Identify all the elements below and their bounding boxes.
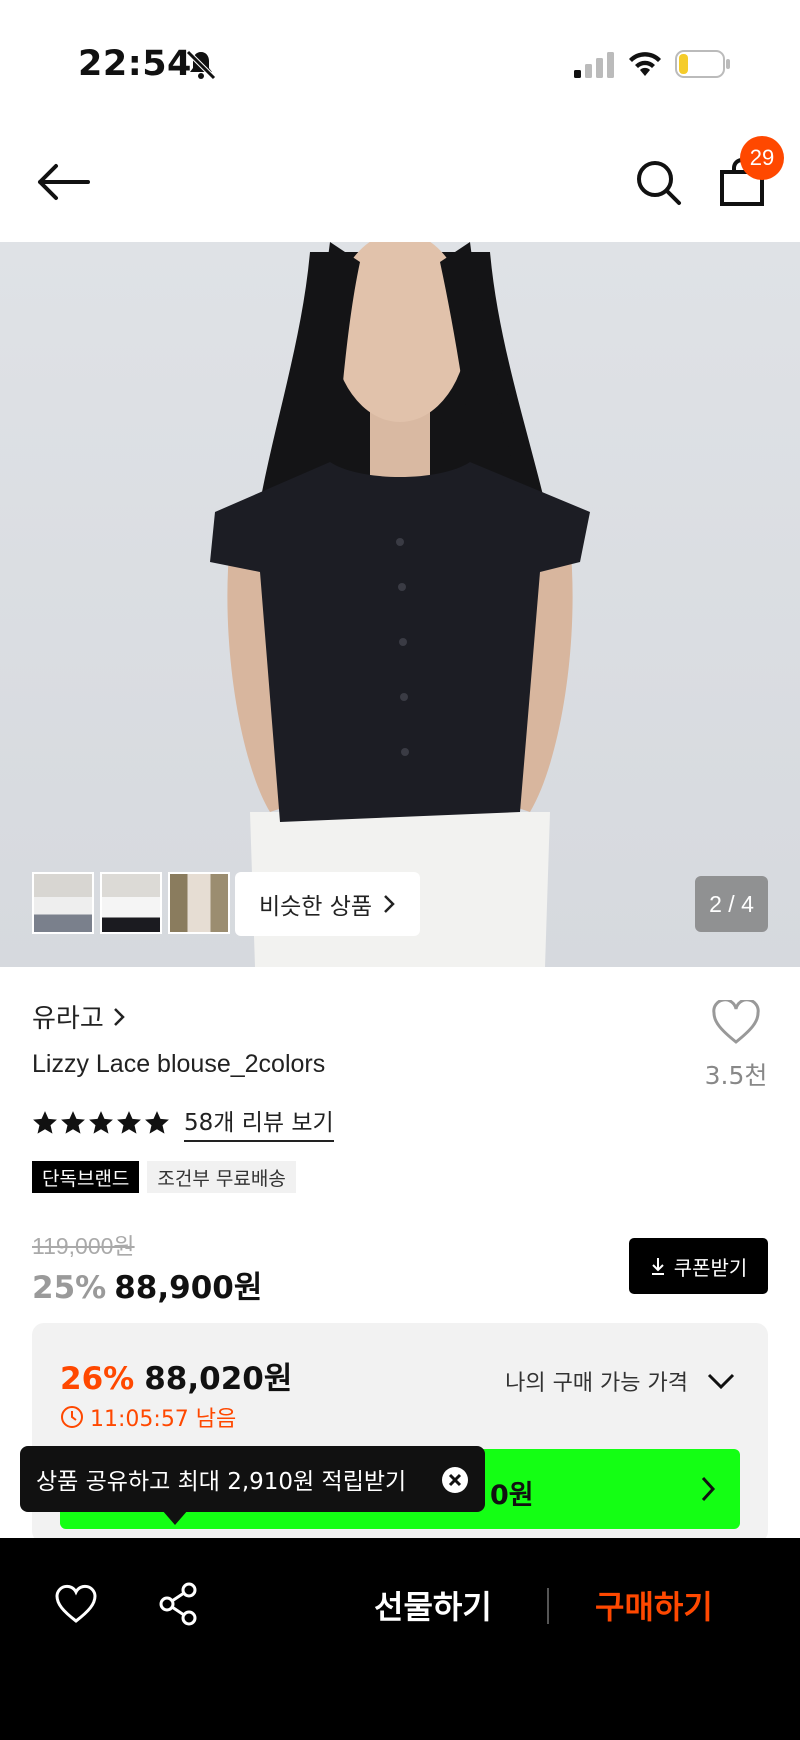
battery-icon (675, 50, 730, 78)
brand-link[interactable]: 유라고 (32, 998, 126, 1035)
best-price: 88,020원 (144, 1361, 293, 1397)
my-price-label: 나의 구매 가능 가격 (505, 1371, 688, 1396)
chevron-right-icon (701, 1476, 716, 1502)
download-icon (651, 1258, 664, 1275)
chevron-right-icon (113, 1007, 125, 1026)
thumbnail-3[interactable] (168, 872, 230, 934)
my-price-toggle[interactable]: 나의 구매 가능 가격 (505, 1365, 736, 1397)
chevron-right-icon (384, 895, 395, 913)
product-tags: 단독브랜드 조건부 무료배송 (32, 1161, 296, 1193)
similar-products-button[interactable]: 비슷한 상품 (235, 872, 420, 936)
best-discount-rate: 26% (60, 1361, 135, 1397)
coupon-button[interactable]: 쿠폰받기 (629, 1238, 768, 1294)
thumbnail-strip (32, 872, 230, 934)
best-price-action-text: 0원 (490, 1480, 534, 1511)
product-photo (210, 242, 590, 967)
thumbnail-1[interactable] (32, 872, 94, 934)
status-bar: 22:54 (0, 0, 800, 120)
best-price-row: 26% 88,020원 (60, 1353, 292, 1398)
gift-button[interactable]: 선물하기 (374, 1582, 492, 1628)
sale-price: 88,900원 (114, 1270, 263, 1306)
rating-row: 58개 리뷰 보기 (32, 1103, 334, 1142)
wishlist-button[interactable]: 3.5천 (690, 1000, 782, 1092)
share-icon[interactable] (158, 1582, 198, 1626)
status-time: 22:54 (78, 44, 192, 84)
bottom-action-bar: 선물하기 구매하기 (0, 1538, 800, 1740)
search-icon[interactable] (634, 158, 682, 206)
top-nav: 29 (0, 120, 800, 242)
share-reward-tooltip: 상품 공유하고 최대 2,910원 적립받기 (20, 1446, 485, 1512)
star-icon (89, 1110, 113, 1134)
product-image-gallery[interactable]: 비슷한 상품 2 / 4 (0, 242, 800, 967)
coupon-label: 쿠폰받기 (673, 1255, 748, 1280)
similar-products-label: 비슷한 상품 (258, 894, 373, 920)
original-price: 119,000원 (32, 1233, 135, 1259)
price-row: 25% 88,900원 (32, 1262, 262, 1307)
like-count: 3.5천 (704, 1061, 768, 1090)
cart-count-badge: 29 (740, 136, 784, 180)
star-icon (117, 1110, 141, 1134)
tooltip-pointer (162, 1510, 188, 1525)
bell-off-icon (186, 50, 216, 80)
heart-icon (712, 1000, 760, 1044)
back-arrow-icon[interactable] (36, 162, 92, 202)
star-icon (61, 1110, 85, 1134)
wifi-icon (629, 52, 661, 76)
signal-icon (574, 52, 614, 78)
tooltip-text: 상품 공유하고 최대 2,910원 적립받기 (36, 1469, 407, 1495)
star-rating (32, 1110, 170, 1136)
brand-name: 유라고 (32, 1004, 104, 1034)
divider (547, 1588, 549, 1624)
thumbnail-2[interactable] (100, 872, 162, 934)
chevron-down-icon (707, 1373, 735, 1390)
star-icon (33, 1110, 57, 1134)
exclusive-brand-tag: 단독브랜드 (32, 1161, 140, 1193)
clock-icon (61, 1406, 83, 1428)
close-icon[interactable] (441, 1466, 469, 1494)
heart-icon[interactable] (54, 1584, 98, 1624)
timer-text: 11:05:57 남음 (90, 1407, 237, 1432)
image-page-indicator: 2 / 4 (695, 876, 768, 932)
product-name: Lizzy Lace blouse_2colors (32, 1050, 326, 1078)
reviews-link[interactable]: 58개 리뷰 보기 (184, 1103, 334, 1142)
countdown-timer: 11:05:57 남음 (60, 1401, 236, 1433)
star-icon (145, 1110, 169, 1134)
discount-rate: 25% (32, 1270, 107, 1306)
buy-button[interactable]: 구매하기 (595, 1582, 713, 1628)
free-shipping-tag: 조건부 무료배송 (147, 1161, 296, 1193)
